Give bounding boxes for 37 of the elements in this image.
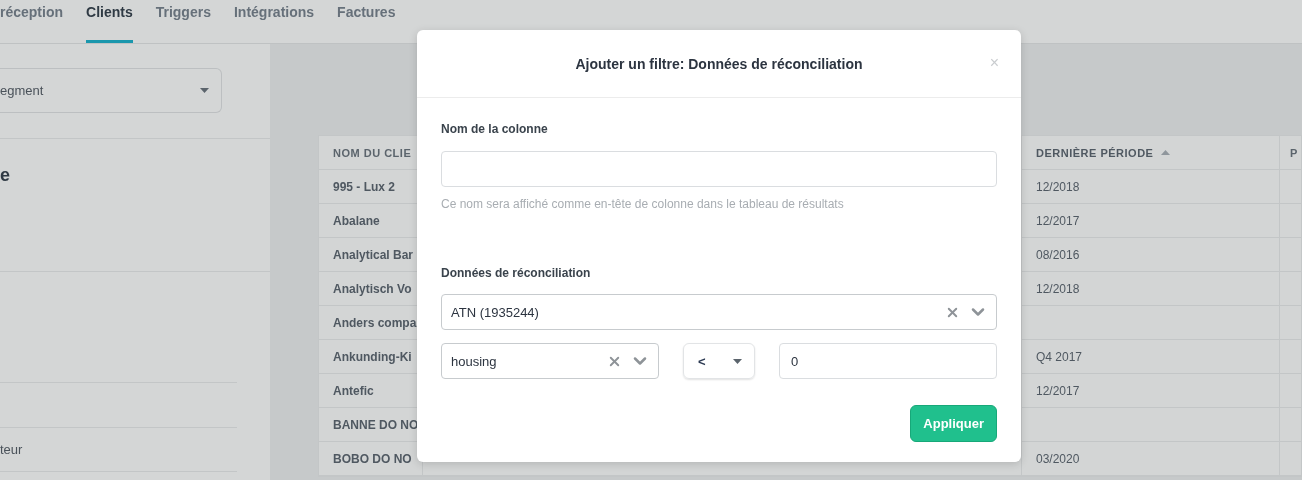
field-select[interactable]: housing [441, 343, 659, 379]
period-cell-text: 12/2017 [1035, 213, 1081, 228]
sort-ascending-icon[interactable] [1161, 150, 1171, 155]
client-name-cell-text: Antefic [332, 382, 375, 400]
sidebar-item[interactable]: teur [0, 428, 270, 471]
nav-tab[interactable]: Factures [337, 0, 396, 43]
client-name-cell-text: Abalane [332, 212, 381, 230]
period-cell-text: 12/2017 [1035, 383, 1081, 398]
client-name-cell-text: BOBO DO NO [332, 450, 413, 468]
value-input[interactable]: 0 [779, 343, 997, 379]
period-cell-text: 08/2016 [1035, 247, 1081, 262]
nav-tab[interactable]: Triggers [155, 0, 211, 43]
client-name-cell-text: Ankunding-Ki [332, 348, 413, 366]
client-name-cell-text: Anders compa [332, 314, 418, 332]
caret-icon [733, 358, 742, 364]
field-label: Nom de la colonne [441, 122, 549, 136]
column-header[interactable]: DERNIÈRE PÉRIODE [1022, 146, 1171, 159]
dialog-title: Ajouter un filtre: Données de réconciliation [575, 55, 863, 72]
period-cell-text: 03/2020 [1035, 451, 1081, 466]
period-cell-text: 12/2018 [1035, 281, 1081, 296]
column-header[interactable]: P [1280, 146, 1298, 159]
client-name-cell-text: 995 - Lux 2 [332, 178, 397, 196]
column-name-input[interactable] [441, 151, 997, 187]
source-select[interactable]: ATN (1935244) [441, 294, 997, 330]
operator-select[interactable]: < [683, 343, 755, 379]
section-heading: e [0, 165, 11, 187]
nav-tab[interactable]: réception [0, 0, 63, 43]
client-name-cell-text: BANNE DO NO [332, 416, 420, 434]
segment-select[interactable]: egment [0, 68, 222, 113]
nav-tab[interactable]: Intégrations [233, 0, 315, 43]
caret-icon [200, 88, 209, 93]
client-name-cell-text: Analytical Bar [332, 246, 415, 264]
period-cell-text: Q4 2017 [1035, 349, 1084, 364]
field-label: Données de réconciliation [441, 266, 592, 280]
help-text: Ce nom sera affiché comme en-tête de colonne dans le tableau de résultats [441, 197, 845, 211]
client-name-cell-text: Analytisch Vo [332, 280, 413, 298]
period-cell-text: 12/2018 [1035, 179, 1081, 194]
